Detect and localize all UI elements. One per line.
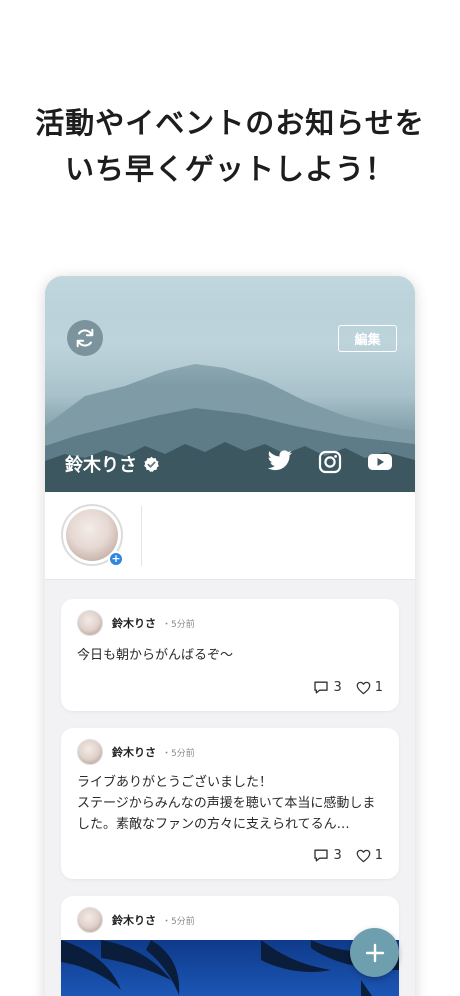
instagram-icon[interactable] (318, 450, 342, 474)
plus-icon (365, 943, 384, 962)
post-text: 今日も朝からがんばるぞ〜 (77, 648, 234, 663)
avatar[interactable] (77, 610, 103, 636)
headline-line-1: 活動やイベントのお知らせを (35, 106, 425, 140)
youtube-icon[interactable] (367, 450, 393, 474)
story-divider (141, 506, 142, 566)
comment-button[interactable]: 3 (313, 848, 342, 863)
post-time: ・5分前 (162, 619, 195, 630)
post-author[interactable]: 鈴木りさ (112, 744, 156, 760)
like-button[interactable]: 1 (356, 680, 383, 695)
promo-headline: 活動やイベントのお知らせを いち早くゲットしよう！ (0, 100, 460, 192)
post-text: ライブありがとうございました！ ステージからみんなの声援を聴いて本当に感動しまし… (77, 775, 376, 832)
twitter-icon[interactable] (267, 450, 293, 474)
post-time: ・5分前 (162, 916, 195, 927)
post-card[interactable]: 鈴木りさ ・5分前 今日も朝からがんばるぞ〜 3 1 (61, 599, 399, 711)
verified-badge-icon (144, 456, 159, 472)
palm-tree-photo (61, 940, 399, 996)
like-count: 1 (374, 848, 383, 863)
sync-button[interactable] (67, 320, 103, 356)
post-header: 鈴木りさ ・5分前 (77, 739, 195, 765)
like-count: 1 (374, 680, 383, 695)
post-author[interactable]: 鈴木りさ (112, 912, 156, 928)
comment-icon (314, 681, 329, 694)
comment-icon (314, 849, 329, 862)
post-image[interactable] (61, 940, 399, 996)
profile-name-text: 鈴木りさ (65, 455, 137, 476)
post-metrics: 3 1 (313, 848, 383, 863)
post-card[interactable]: 鈴木りさ ・5分前 (61, 896, 399, 996)
heart-icon (356, 849, 371, 862)
add-story-icon[interactable]: + (108, 551, 124, 567)
app-screen: 編集 鈴木りさ + 鈴木りさ ・5分前 今日も朝からがんばるぞ〜 3 1 鈴木り… (45, 276, 415, 996)
post-author[interactable]: 鈴木りさ (112, 615, 156, 631)
avatar[interactable] (77, 739, 103, 765)
refresh-icon (76, 328, 94, 348)
headline-line-2: いち早くゲットしよう！ (64, 152, 395, 186)
heart-icon (356, 681, 371, 694)
post-header: 鈴木りさ ・5分前 (77, 610, 195, 636)
profile-cover: 編集 鈴木りさ (45, 276, 415, 492)
story-row: + (45, 492, 415, 580)
avatar[interactable] (77, 907, 103, 933)
post-header: 鈴木りさ ・5分前 (77, 907, 195, 933)
post-card[interactable]: 鈴木りさ ・5分前 ライブありがとうございました！ ステージからみんなの声援を聴… (61, 728, 399, 879)
like-button[interactable]: 1 (356, 848, 383, 863)
comment-button[interactable]: 3 (313, 680, 342, 695)
comment-count: 3 (333, 848, 342, 863)
post-time: ・5分前 (162, 748, 195, 759)
profile-name: 鈴木りさ (65, 451, 160, 477)
edit-profile-button[interactable]: 編集 (338, 325, 397, 352)
post-metrics: 3 1 (313, 680, 383, 695)
comment-count: 3 (333, 680, 342, 695)
new-post-button[interactable] (350, 928, 399, 977)
